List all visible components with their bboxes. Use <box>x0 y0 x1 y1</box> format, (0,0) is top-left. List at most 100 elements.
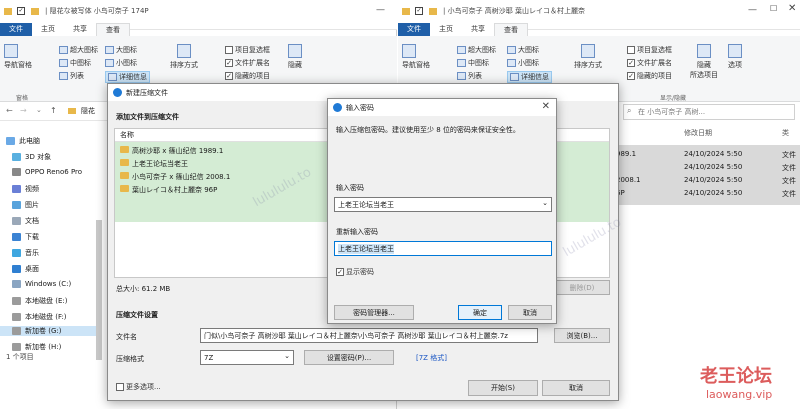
maximize-icon[interactable]: ☐ <box>770 4 777 13</box>
checkbox-checked-icon: ✓ <box>225 59 233 67</box>
small-icons-button[interactable]: 小图标 <box>507 58 539 68</box>
nav-drive-h[interactable]: 新加卷 (H:) <box>12 342 61 352</box>
nav-drive-c[interactable]: Windows (C:) <box>12 280 71 288</box>
tab-view[interactable]: 查看 <box>494 23 528 36</box>
watermark-logo-cn: 老王论坛 <box>700 366 772 387</box>
nav-documents[interactable]: 文档 <box>12 216 39 226</box>
tab-view[interactable]: 查看 <box>96 23 130 36</box>
file-ext-toggle[interactable]: ✓ 文件扩展名 <box>225 58 270 68</box>
filename-input[interactable]: 门似\小鸟可奈子 高树沙耶 葉山レイコ＆村上麗奈\小鸟可奈子 高树沙耶 葉山レイ… <box>200 328 538 343</box>
nav-pane-button[interactable]: 导航窗格 <box>402 44 430 70</box>
xl-icons-button[interactable]: 超大图标 <box>59 45 98 55</box>
tab-share[interactable]: 共享 <box>462 23 494 36</box>
dialog-title: 新建压缩文件 <box>126 88 168 97</box>
list-item[interactable]: 小鸟可奈子 x 篠山纪信 2008.1 <box>120 172 230 182</box>
column-date-header[interactable]: 修改日期 <box>684 128 712 138</box>
reenter-password-input[interactable]: 上老王论坛当老王 <box>334 241 552 256</box>
nav-drive-e[interactable]: 本地磁盘 (E:) <box>12 296 67 306</box>
item-checkbox-toggle[interactable]: 项目复选框 <box>225 45 270 55</box>
format-link[interactable]: [7Z 格式] <box>416 353 447 363</box>
start-button[interactable]: 开始(S) <box>468 380 538 396</box>
nav-pane-button[interactable]: 导航窗格 <box>4 44 32 70</box>
drive-icon <box>12 327 21 335</box>
file-ext-toggle[interactable]: ✓ 文件扩展名 <box>627 58 672 68</box>
sort-button[interactable]: 排序方式 <box>574 44 602 70</box>
delete-button[interactable]: 删除(D) <box>554 280 610 295</box>
details-icon <box>108 73 117 81</box>
close-icon[interactable]: ✕ <box>788 3 796 14</box>
xl-icons-button[interactable]: 超大图标 <box>457 45 496 55</box>
row-type: 文件 <box>782 177 796 185</box>
large-icons-button[interactable]: 大图标 <box>507 45 539 55</box>
cancel-button[interactable]: 取消 <box>542 380 610 396</box>
address-text[interactable]: 隠花 <box>81 106 95 116</box>
large-icons-button[interactable]: 大图标 <box>105 45 137 55</box>
folder-icon[interactable] <box>31 8 39 15</box>
search-input[interactable]: 在 小鸟可奈子 高树... <box>623 104 795 120</box>
set-password-button[interactable]: 设置密码(P)... <box>304 350 394 365</box>
nav-music[interactable]: 音乐 <box>12 248 39 258</box>
archive-settings-heading: 压缩文件设置 <box>116 311 158 319</box>
nav-drive-g[interactable]: 新加卷 (G:) <box>0 326 100 336</box>
hide-button[interactable]: 隐藏 <box>288 44 302 70</box>
medium-icons-button[interactable]: 中图标 <box>59 58 91 68</box>
format-label: 压缩格式 <box>116 355 144 363</box>
cancel-button[interactable]: 取消 <box>508 305 552 320</box>
checkmark-icon[interactable]: ✓ <box>17 7 25 15</box>
chevron-down-icon[interactable]: ⌄ <box>542 199 548 207</box>
up-icon[interactable]: ↑ <box>50 106 57 115</box>
folder-icon[interactable] <box>429 8 437 15</box>
file-name: 上老王论坛当老王 <box>132 160 188 168</box>
checkbox-icon <box>116 383 124 391</box>
item-checkbox-label: 项目复选框 <box>637 46 672 54</box>
password-input[interactable]: 上老王论坛当老王 ⌄ <box>334 197 552 212</box>
nav-pictures[interactable]: 图片 <box>12 200 39 210</box>
sort-button[interactable]: 排序方式 <box>170 44 198 70</box>
forward-icon[interactable]: → <box>20 106 27 115</box>
details-button[interactable]: 详细信息 <box>507 71 552 83</box>
list-button[interactable]: 列表 <box>457 71 482 81</box>
hidden-items-toggle[interactable]: ✓ 隐藏的项目 <box>627 71 672 81</box>
nav-downloads[interactable]: 下载 <box>12 232 39 242</box>
close-icon[interactable]: ✕ <box>542 101 550 112</box>
hide-selected-button[interactable]: 隐藏 所选项目 <box>690 44 718 80</box>
options-button[interactable]: 选项 <box>728 44 742 70</box>
nav-phone[interactable]: OPPO Reno6 Pro <box>12 168 82 176</box>
minimize-icon[interactable]: — <box>748 5 757 15</box>
tab-home[interactable]: 主页 <box>430 23 462 36</box>
small-icons-button[interactable]: 小图标 <box>105 58 137 68</box>
browse-button[interactable]: 浏览(B)... <box>554 328 610 343</box>
minimize-icon[interactable]: — <box>376 5 385 15</box>
tab-home[interactable]: 主页 <box>32 23 64 36</box>
checkmark-icon[interactable]: ✓ <box>415 7 423 15</box>
nav-drive-f[interactable]: 本地磁盘 (F:) <box>12 312 67 322</box>
tab-file[interactable]: 文件 <box>398 23 430 36</box>
list-item[interactable]: 高树沙耶 x 篠山纪信 1989.1 <box>120 146 223 156</box>
row-date: 24/10/2024 5:50 <box>684 176 743 184</box>
nav-3d-objects[interactable]: 3D 对象 <box>12 152 51 162</box>
chevron-down-icon[interactable]: ⌄ <box>36 106 42 114</box>
medium-icons-icon <box>59 59 68 67</box>
more-options-toggle[interactable]: 更多选项... <box>116 382 161 392</box>
nav-videos[interactable]: 视频 <box>12 184 39 194</box>
format-select[interactable]: 7Z ⌄ <box>200 350 294 365</box>
back-icon[interactable]: ← <box>6 106 13 115</box>
ok-button[interactable]: 确定 <box>458 305 502 320</box>
hide-label: 隐藏 <box>288 61 302 69</box>
details-button[interactable]: 详细信息 <box>105 71 150 83</box>
tab-share[interactable]: 共享 <box>64 23 96 36</box>
tab-file[interactable]: 文件 <box>0 23 32 36</box>
list-button[interactable]: 列表 <box>59 71 84 81</box>
medium-icons-button[interactable]: 中图标 <box>457 58 489 68</box>
password-manager-button[interactable]: 密码管理器... <box>334 305 414 320</box>
nav-this-pc[interactable]: 此电脑 <box>6 136 40 146</box>
show-password-toggle[interactable]: ✓ 显示密码 <box>336 267 374 277</box>
column-type-header[interactable]: 类 <box>782 128 789 138</box>
hidden-items-toggle[interactable]: ✓ 隐藏的项目 <box>225 71 270 81</box>
sort-label: 排序方式 <box>170 61 198 69</box>
list-item[interactable]: 上老王论坛当老王 <box>120 159 188 169</box>
list-item[interactable]: 葉山レイコ＆村上麗奈 96P <box>120 185 217 195</box>
nav-desktop[interactable]: 桌面 <box>12 264 39 274</box>
scrollbar[interactable] <box>96 220 102 360</box>
item-checkbox-toggle[interactable]: 项目复选框 <box>627 45 672 55</box>
